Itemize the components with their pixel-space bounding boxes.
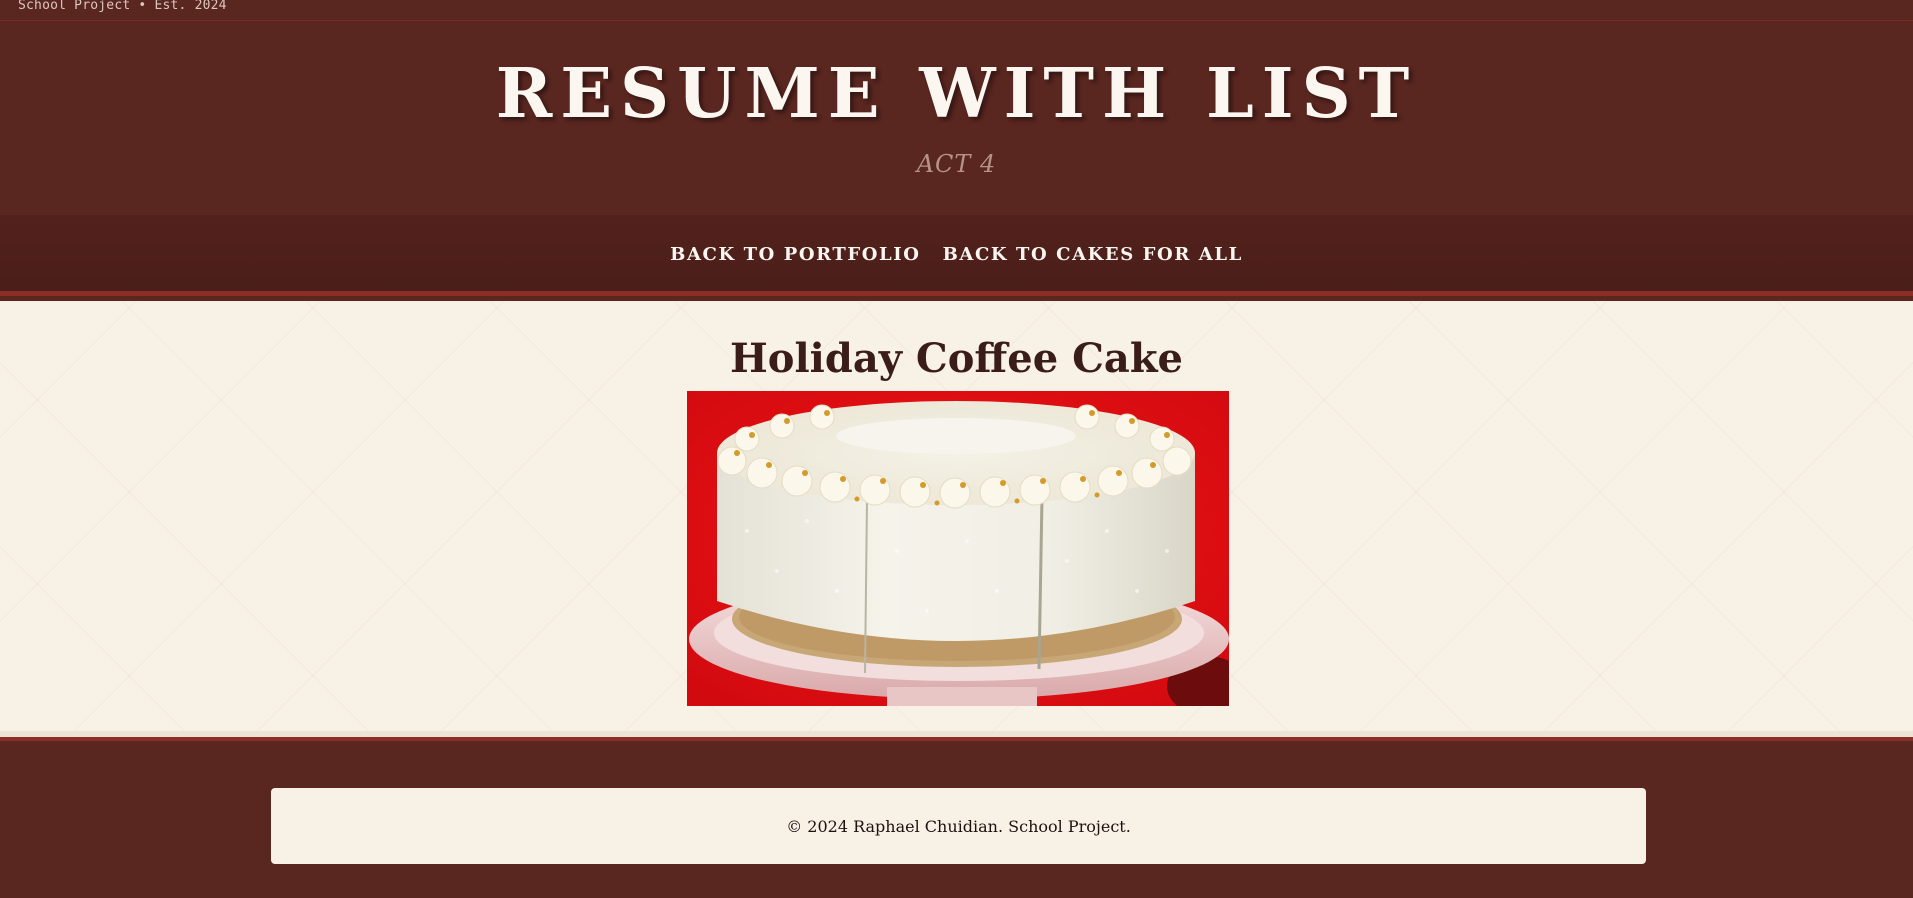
site-footer: © 2024 Raphael Chuidian. School Project. — [0, 745, 1913, 898]
main-nav: BACK TO PORTFOLIO BACK TO CAKES FOR ALL — [0, 215, 1913, 296]
nav-link-back-to-portfolio[interactable]: BACK TO PORTFOLIO — [670, 242, 920, 265]
page-subtitle: ACT 4 — [916, 150, 997, 178]
page-title: RESUME WITH LIST — [495, 54, 1418, 134]
site-tagline: School Project • Est. 2024 — [18, 0, 227, 13]
nav-link-back-to-cakes-for-all[interactable]: BACK TO CAKES FOR ALL — [943, 242, 1243, 265]
footer-box: © 2024 Raphael Chuidian. School Project. — [271, 788, 1646, 864]
main-content: Holiday Coffee Cake — [0, 301, 1913, 731]
footer-copyright: © 2024 Raphael Chuidian. School Project. — [786, 816, 1131, 836]
site-header: RESUME WITH LIST ACT 4 — [0, 22, 1913, 215]
content-divider — [0, 731, 1913, 741]
cake-photo — [687, 391, 1229, 706]
top-strip: School Project • Est. 2024 — [0, 0, 1913, 21]
cake-title: Holiday Coffee Cake — [729, 335, 1183, 382]
